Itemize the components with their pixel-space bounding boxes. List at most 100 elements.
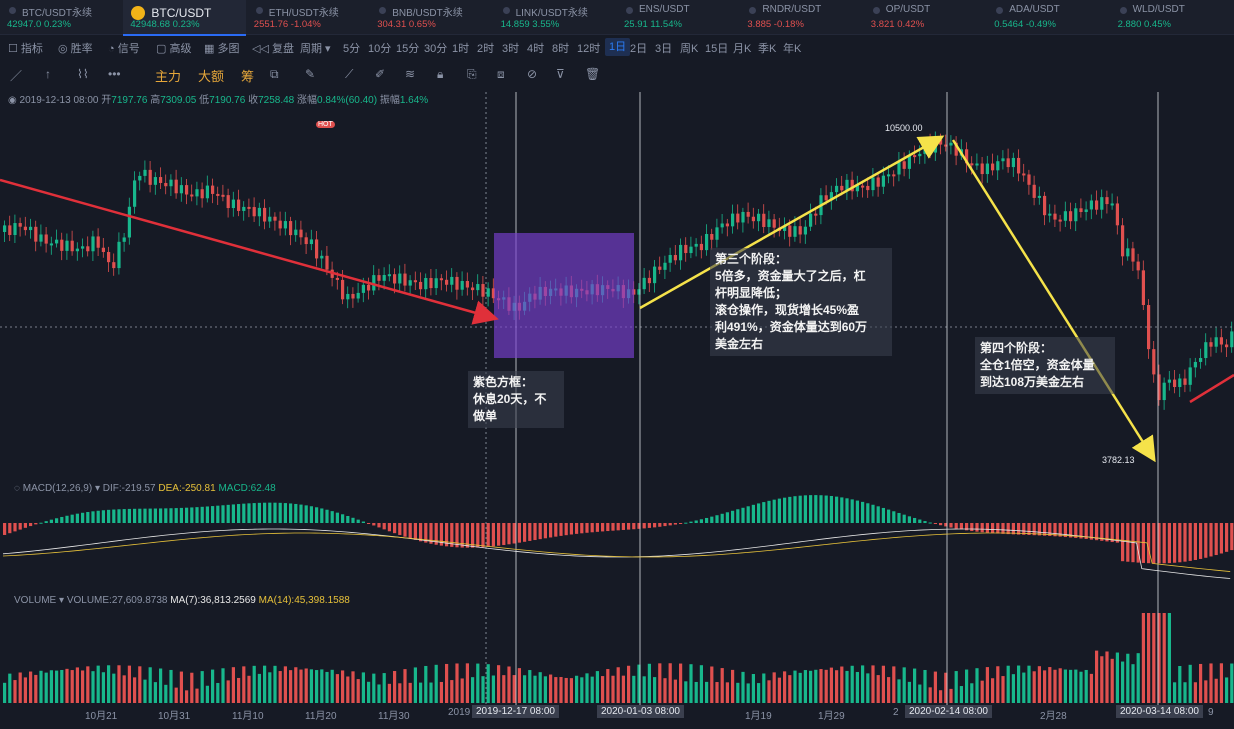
volume-bar xyxy=(23,677,27,703)
candle-body xyxy=(49,243,53,246)
candle-body xyxy=(689,246,693,254)
macd-bar xyxy=(481,523,485,548)
volume-bar xyxy=(8,673,12,703)
volume-bar xyxy=(715,682,719,703)
candle-body xyxy=(39,234,43,242)
x-axis-label: 10月21 xyxy=(85,711,118,722)
volume-bar xyxy=(689,664,693,703)
volume-bar xyxy=(1110,658,1114,703)
macd-bar xyxy=(1058,523,1062,537)
candle-body xyxy=(86,246,90,252)
volume-bar xyxy=(814,669,818,703)
volume-bar xyxy=(1136,653,1140,703)
candle-body xyxy=(242,206,246,211)
volume-bar xyxy=(179,671,183,703)
macd-icon[interactable]: ◌ xyxy=(14,483,20,494)
candle-body xyxy=(814,213,818,216)
candle-body xyxy=(455,276,459,290)
macd-bar xyxy=(902,514,906,523)
macd-bar xyxy=(887,509,891,523)
macd-bar xyxy=(169,508,173,523)
candle-body xyxy=(788,225,792,237)
x-axis-label: 11月20 xyxy=(305,711,337,722)
volume-bar xyxy=(1126,653,1130,703)
volume-bar xyxy=(736,682,740,703)
candle-body xyxy=(1006,158,1010,168)
macd-bar xyxy=(221,505,225,523)
volume-bar xyxy=(351,671,355,703)
macd-bar xyxy=(741,507,745,523)
macd-bar xyxy=(528,523,532,541)
volume-label[interactable]: VOLUME xyxy=(14,595,56,606)
volume-bar xyxy=(777,677,781,703)
volume-bar xyxy=(86,666,90,703)
stage4-arrow xyxy=(951,139,1156,463)
macd-bar xyxy=(538,523,542,540)
candle-body xyxy=(257,207,261,217)
candle-body xyxy=(247,206,251,209)
macd-bar xyxy=(809,495,813,523)
macd-bar xyxy=(195,507,199,523)
candle-body xyxy=(377,275,381,281)
macd-bar xyxy=(954,523,958,529)
macd-bar xyxy=(44,521,48,523)
macd-bar xyxy=(205,506,209,523)
macd-bar xyxy=(980,523,984,533)
candle-body xyxy=(762,213,766,228)
macd-bar xyxy=(866,503,870,523)
volume-bar xyxy=(268,672,272,703)
volume-bar xyxy=(1209,663,1213,703)
candle-body xyxy=(1141,270,1145,306)
volume-bar xyxy=(372,673,376,703)
volume-bar xyxy=(887,677,891,703)
chevron-down-icon[interactable]: ▾ xyxy=(59,595,64,606)
candle-body xyxy=(91,236,95,252)
volume-bar xyxy=(1063,669,1067,703)
volume-bar xyxy=(1006,665,1010,703)
macd-label[interactable]: MACD(12,26,9) xyxy=(23,483,92,494)
candle-body xyxy=(44,234,48,244)
macd-bar xyxy=(153,508,157,523)
macd-bar xyxy=(549,523,553,538)
candle-body xyxy=(1043,195,1047,216)
volume-bar xyxy=(793,670,797,703)
macd-bar xyxy=(216,505,220,523)
candle-body xyxy=(237,199,241,211)
volume-bar xyxy=(133,677,137,703)
candle-body xyxy=(679,244,683,261)
volume-bar xyxy=(606,669,610,703)
macd-bar xyxy=(377,523,381,528)
macd-bar xyxy=(991,523,995,534)
candle-body xyxy=(445,279,449,285)
macd-bar xyxy=(23,523,27,528)
candle-body xyxy=(211,185,215,194)
volume-bar xyxy=(798,672,802,703)
macd-bar xyxy=(263,502,267,523)
candle-body xyxy=(309,239,313,245)
volume-bar xyxy=(3,682,7,703)
macd-bar xyxy=(533,523,537,541)
volume-bar xyxy=(980,680,984,703)
candle-body xyxy=(356,292,360,299)
macd-bar xyxy=(127,508,131,523)
volume-bar xyxy=(148,667,152,703)
candle-body xyxy=(793,226,797,237)
volume-bar xyxy=(283,666,287,703)
volume-bar xyxy=(289,670,293,703)
candle-body xyxy=(70,240,74,252)
macd-legend: ◌ MACD(12,26,9) ▾ DIF:-219.57 DEA:-250.8… xyxy=(14,483,276,494)
macd-bar xyxy=(1048,523,1052,536)
volume-bar xyxy=(382,673,386,703)
volume-bar xyxy=(1105,651,1109,703)
candle-body xyxy=(1178,378,1182,388)
volume-bar xyxy=(502,675,506,703)
macd-bar xyxy=(694,520,698,523)
volume-ma7: MA(7):36,813.2569 xyxy=(170,595,256,606)
candle-body xyxy=(1136,261,1140,271)
macd-bar xyxy=(517,523,521,543)
chevron-down-icon[interactable]: ▾ xyxy=(95,483,100,494)
macd-bar xyxy=(933,523,937,524)
candle-body xyxy=(824,195,828,201)
macd-bar xyxy=(159,508,163,523)
volume-bar xyxy=(195,688,199,703)
